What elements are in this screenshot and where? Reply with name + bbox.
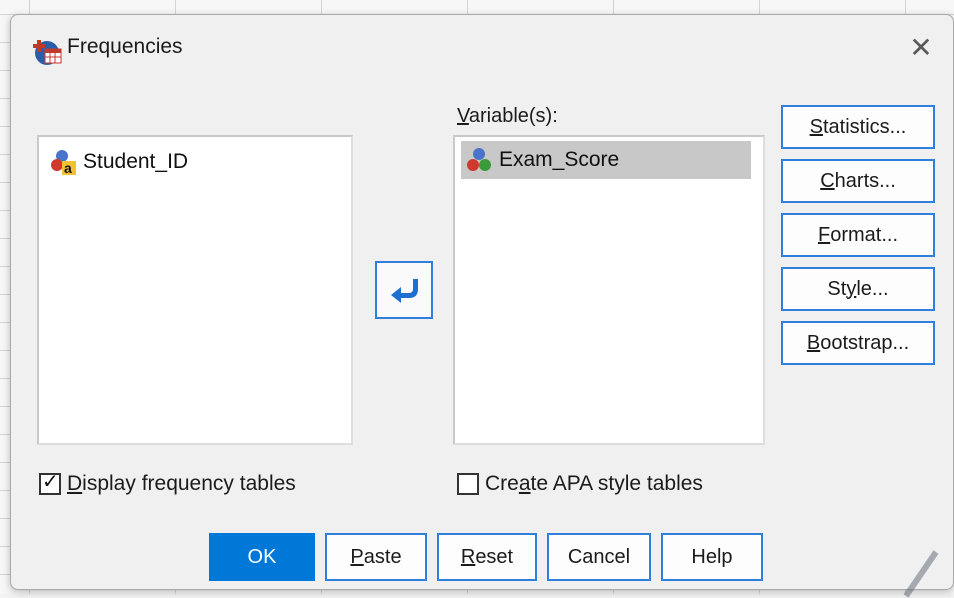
display-frequency-tables-checkbox[interactable]: ✓ Display frequency tables — [39, 467, 296, 501]
list-item[interactable]: a Student_ID — [45, 143, 188, 181]
close-button[interactable]: ✕ — [901, 29, 941, 65]
create-apa-tables-checkbox[interactable]: Create APA style tables — [457, 467, 703, 501]
move-variable-button[interactable] — [375, 261, 433, 319]
paste-button[interactable]: Paste — [325, 533, 427, 581]
svg-text:a: a — [64, 160, 72, 176]
bootstrap-button[interactable]: Bootstrap... — [781, 321, 935, 365]
variable-label: Exam_Score — [499, 148, 620, 171]
reset-button[interactable]: Reset — [437, 533, 537, 581]
move-arrow-icon — [391, 279, 418, 303]
close-icon: ✕ — [909, 31, 933, 63]
help-button[interactable]: Help — [661, 533, 763, 581]
format-button[interactable]: Format... — [781, 213, 935, 257]
charts-button[interactable]: Charts... — [781, 159, 935, 203]
cancel-button[interactable]: Cancel — [547, 533, 651, 581]
spss-frequencies-icon — [33, 40, 62, 65]
ok-button[interactable]: OK — [209, 533, 315, 581]
string-variable-icon: a — [51, 150, 76, 176]
checkbox-label: Create APA style tables — [485, 472, 703, 495]
title-bar: Frequencies ✕ — [11, 15, 953, 79]
variable-label: Student_ID — [83, 150, 189, 173]
statistics-button[interactable]: Statistics... — [781, 105, 935, 149]
window-title: Frequencies — [67, 35, 183, 58]
target-variable-list[interactable]: Exam_Score — [453, 135, 765, 445]
style-button[interactable]: St y le... — [781, 267, 935, 311]
list-item[interactable]: Exam_Score — [461, 141, 751, 179]
checkmark-icon: ✓ — [42, 471, 59, 493]
source-variable-list[interactable]: a Student_ID — [37, 135, 353, 445]
variables-label: Variable(s): — [457, 105, 558, 127]
checkbox-box[interactable] — [457, 473, 479, 495]
scale-variable-icon — [467, 148, 491, 171]
checkbox-label: Display frequency tables — [67, 472, 296, 495]
checkbox-box[interactable]: ✓ — [39, 471, 61, 495]
frequencies-dialog: Frequencies ✕ a Student_ID Variable(s): — [10, 14, 954, 590]
